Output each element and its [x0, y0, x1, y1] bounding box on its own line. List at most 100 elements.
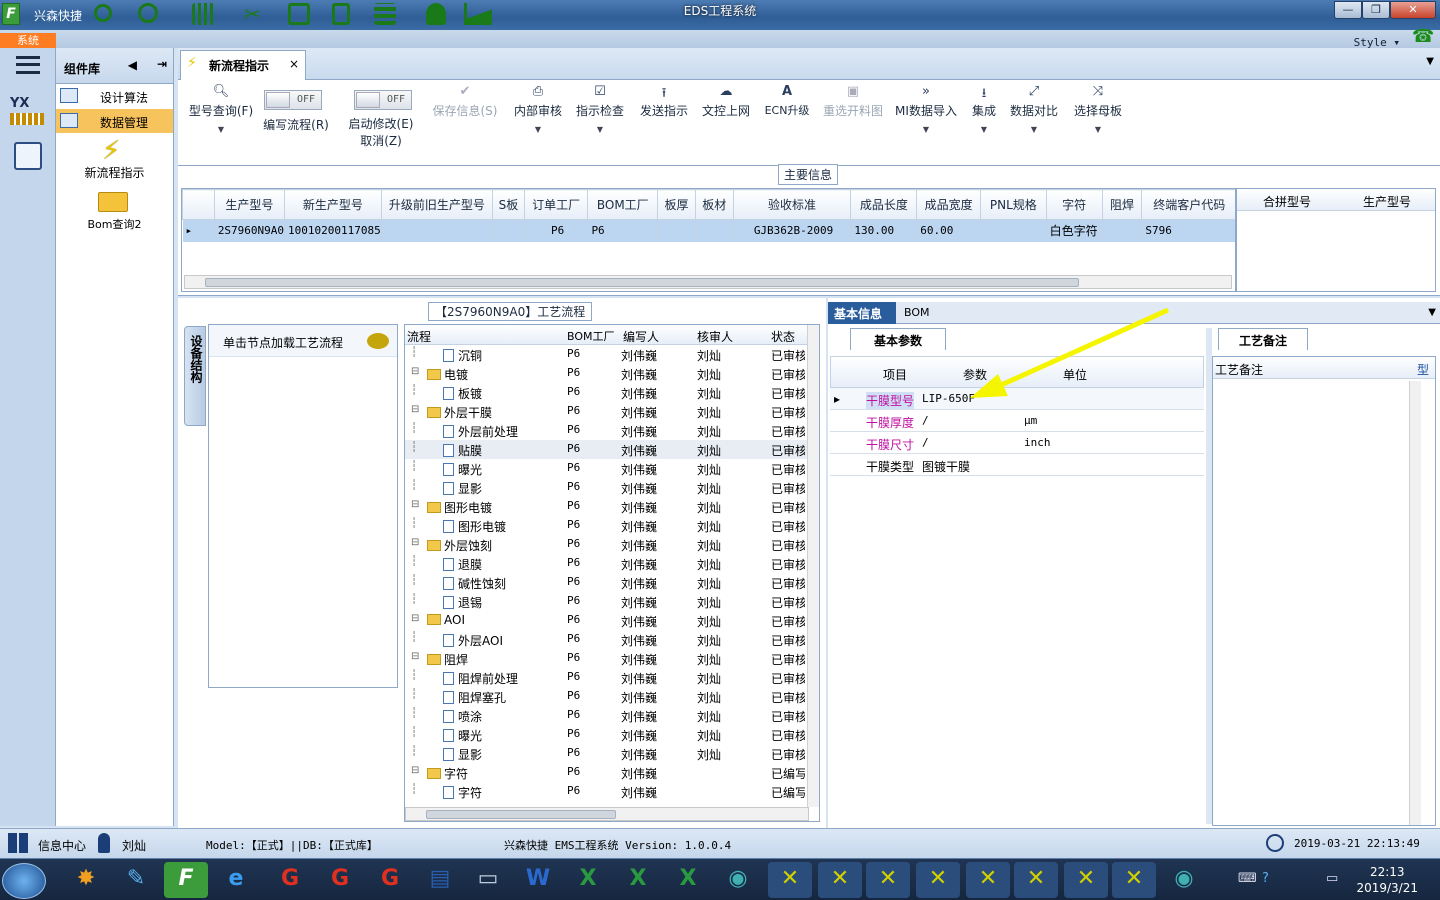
internal-audit-button[interactable]: ⎙ 内部审核 ▼ — [512, 84, 564, 134]
taskbar-app-red-2[interactable]: G — [318, 862, 362, 898]
table-cell[interactable] — [1102, 219, 1143, 242]
tree-row[interactable]: ┆ 曝光 P6 刘伟巍 刘灿 已审核 — [405, 459, 819, 478]
table-cell[interactable]: 2S7960N9A0 — [214, 219, 286, 242]
tree-node[interactable]: 贴膜 — [443, 442, 482, 459]
tree-node[interactable]: 显影 — [443, 480, 482, 497]
tree-node[interactable]: 退锡 — [443, 594, 482, 611]
taskbar-window-8[interactable]: ✕ — [1112, 862, 1156, 898]
nav-item-bom-query2[interactable]: Bom查询2 — [56, 186, 173, 236]
table-cell[interactable]: S796 — [1141, 219, 1235, 242]
tree-node[interactable]: 阻焊 — [427, 651, 468, 668]
dropdown-arrow-icon[interactable]: ▼ — [1008, 125, 1060, 134]
param-row[interactable]: 干膜尺寸 / inch — [830, 432, 1204, 454]
doc-control-online-button[interactable]: ☁ 文控上网 — [700, 84, 752, 119]
scrollbar-thumb[interactable] — [426, 810, 616, 819]
start-button[interactable] — [2, 863, 46, 899]
column-header[interactable]: 终端客户代码 — [1141, 189, 1235, 220]
info-center-link[interactable]: 信息中心 — [38, 837, 86, 854]
taskbar-clock[interactable]: 22:13 2019/3/21 — [1356, 864, 1418, 896]
column-header[interactable]: 阻焊 — [1101, 189, 1143, 220]
taskbar-app-ie[interactable]: e — [214, 862, 258, 898]
table-cell[interactable]: 60.00 — [916, 219, 982, 242]
param-value[interactable]: / — [922, 436, 929, 449]
tree-node[interactable]: 阻焊塞孔 — [443, 689, 506, 706]
dropdown-arrow-icon[interactable]: ▼ — [184, 125, 258, 134]
tab-basic-info[interactable]: 基本信息 — [828, 302, 896, 324]
tree-node[interactable]: 图形电镀 — [443, 518, 506, 535]
table-cell[interactable] — [492, 219, 525, 242]
column-header[interactable]: 型 — [1417, 361, 1429, 378]
mi-data-import-button[interactable]: » MI数据导入 ▼ — [894, 84, 958, 134]
tree-node[interactable]: 阻焊前处理 — [443, 670, 518, 687]
phone-icon[interactable]: ☎ — [1412, 26, 1434, 47]
column-header[interactable]: 流程 — [407, 328, 431, 345]
dropdown-arrow-icon[interactable]: ▼ — [1072, 125, 1124, 134]
tree-expander[interactable]: ⊟ — [411, 499, 419, 510]
close-button[interactable]: ✕ — [1390, 1, 1436, 19]
tree-row[interactable]: ┆ 碱性蚀刻 P6 刘伟巍 刘灿 已审核 — [405, 573, 819, 592]
column-header[interactable]: 生产型号 — [1363, 193, 1411, 210]
dropdown-arrow-icon[interactable]: ▼ — [968, 125, 1000, 134]
hamburger-menu-icon[interactable] — [16, 56, 40, 74]
tree-row[interactable]: ┆ 板镀 P6 刘伟巍 刘灿 已审核 — [405, 383, 819, 402]
column-header[interactable]: BOM工厂 — [567, 328, 615, 344]
taskbar-window-3[interactable]: ✕ — [866, 862, 910, 898]
column-header[interactable]: S板 — [491, 189, 525, 220]
tree-row[interactable]: ┆ 阻焊塞孔 P6 刘伟巍 刘灿 已审核 — [405, 687, 819, 706]
param-value[interactable]: / — [922, 414, 929, 427]
reselect-cutting-diagram-button[interactable]: ▣ 重选开料图 — [820, 84, 886, 119]
vertical-scrollbar[interactable] — [807, 325, 819, 807]
tab-bom[interactable]: BOM — [904, 306, 930, 319]
send-instruction-button[interactable]: ⭱ 发送指示 — [638, 84, 690, 119]
column-header[interactable]: 生产型号 — [213, 189, 286, 220]
taskbar-app-red-1[interactable]: G — [268, 862, 312, 898]
column-header[interactable]: 状态 — [771, 328, 795, 345]
taskbar-app-viewer-2[interactable]: ◉ — [1162, 862, 1206, 898]
column-header[interactable]: 验收标准 — [732, 189, 852, 220]
taskbar-window-4[interactable]: ✕ — [916, 862, 960, 898]
taskbar-window-7[interactable]: ✕ — [1064, 862, 1108, 898]
taskbar-window-6[interactable]: ✕ — [1014, 862, 1058, 898]
taskbar-app-red-3[interactable]: G — [368, 862, 412, 898]
tree-node[interactable]: 显影 — [443, 746, 482, 763]
tree-node[interactable]: 外层AOI — [443, 632, 503, 649]
help-tray-icon[interactable]: ? — [1262, 871, 1269, 886]
tree-row[interactable]: ┆ 字符 P6 刘伟巍 已编写 — [405, 782, 819, 801]
tree-row[interactable]: ⊟ AOI P6 刘伟巍 刘灿 已审核 — [405, 611, 819, 630]
calculator-icon[interactable] — [14, 142, 42, 170]
tree-node[interactable]: 退膜 — [443, 556, 482, 573]
column-header[interactable]: 编写人 — [623, 328, 659, 345]
column-header[interactable]: 新生产型号 — [284, 189, 382, 220]
minimize-button[interactable]: — — [1334, 1, 1362, 19]
write-process-toggle[interactable]: OFF — [264, 90, 322, 110]
column-header[interactable]: 工艺备注 — [1215, 361, 1263, 378]
tree-node[interactable]: 电镀 — [427, 366, 468, 383]
table-cell[interactable]: 10010200117085 — [284, 219, 382, 242]
tree-expander[interactable]: ⊟ — [411, 613, 419, 624]
tree-row[interactable]: ┆ 退膜 P6 刘伟巍 刘灿 已审核 — [405, 554, 819, 573]
tree-node[interactable]: 外层干膜 — [427, 404, 492, 421]
column-header[interactable]: BOM工厂 — [587, 189, 659, 220]
tree-row[interactable]: ┆ 退锡 P6 刘伟巍 刘灿 已审核 — [405, 592, 819, 611]
integrate-button[interactable]: ⭳ 集成 ▼ — [968, 84, 1000, 134]
column-header[interactable]: 字符 — [1045, 189, 1103, 220]
tree-node[interactable]: 字符 — [427, 765, 468, 782]
tree-row[interactable]: ⊟ 阻焊 P6 刘伟巍 刘灿 已审核 — [405, 649, 819, 668]
column-header[interactable]: 升级前旧生产型号 — [380, 189, 493, 220]
tree-row[interactable]: ⊟ 图形电镀 P6 刘伟巍 刘灿 已审核 — [405, 497, 819, 516]
tree-node[interactable]: 碱性蚀刻 — [443, 575, 506, 592]
dropdown-arrow-icon[interactable]: ▼ — [894, 125, 958, 134]
horizontal-scrollbar[interactable] — [405, 807, 809, 821]
start-modify-toggle[interactable]: OFF — [354, 90, 412, 110]
tree-row[interactable]: ┆ 图形电镀 P6 刘伟巍 刘灿 已审核 — [405, 516, 819, 535]
tree-node[interactable]: 喷涂 — [443, 708, 482, 725]
tab-list-dropdown-icon[interactable]: ▼ — [1428, 307, 1436, 318]
tree-row[interactable]: ┆ 贴膜 P6 刘伟巍 刘灿 已审核 — [405, 440, 819, 459]
vertical-scrollbar[interactable] — [1409, 381, 1421, 825]
data-compare-button[interactable]: ⤢ 数据对比 ▼ — [1008, 84, 1060, 134]
restore-button[interactable]: ❐ — [1362, 1, 1390, 19]
model-query-button[interactable]: 🔍︎ 型号查询(F) ▼ — [184, 84, 258, 134]
tree-row[interactable]: ┆ 外层AOI P6 刘伟巍 刘灿 已审核 — [405, 630, 819, 649]
param-row[interactable]: 干膜类型 图镀干膜 — [830, 454, 1204, 476]
tab-new-process-instruction[interactable]: ⚡ 新流程指示 × — [180, 50, 306, 80]
